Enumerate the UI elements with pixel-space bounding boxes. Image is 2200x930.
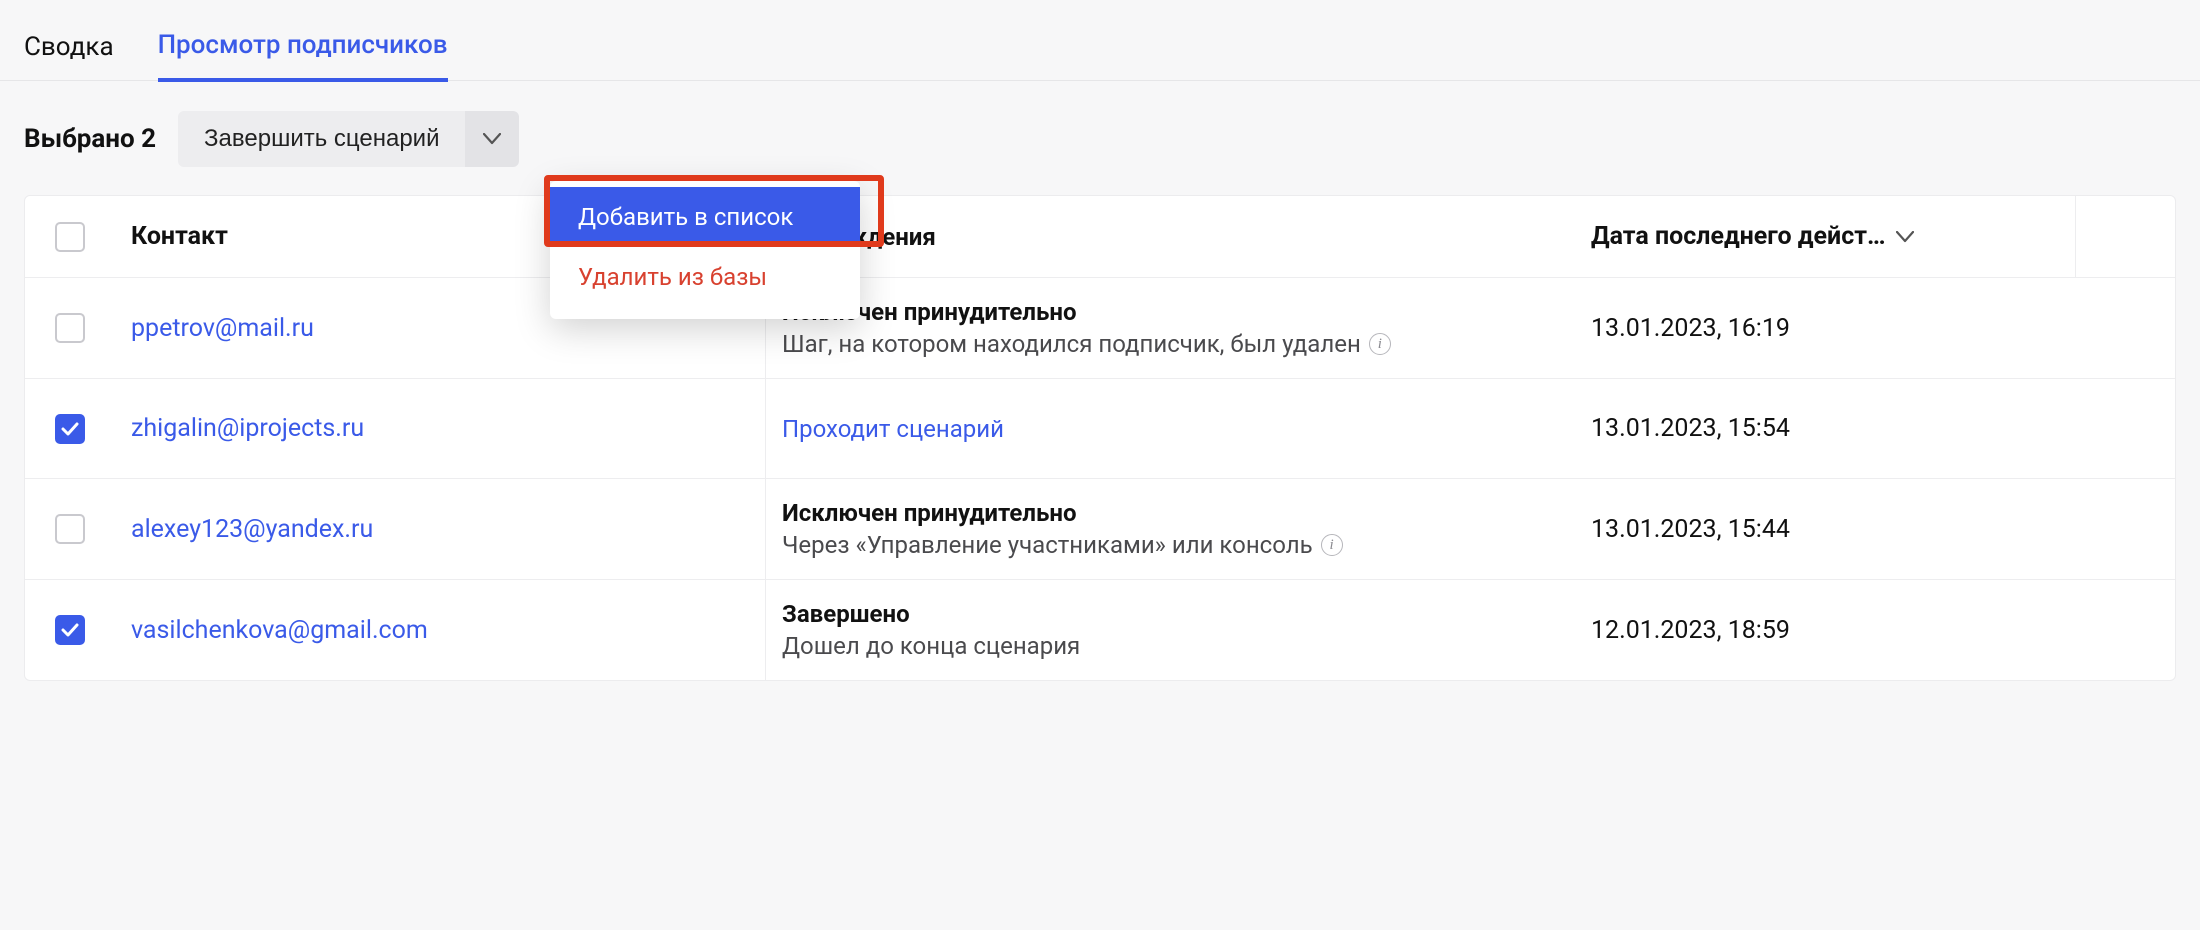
row-trailing-cell xyxy=(2075,308,2135,348)
table-row: vasilchenkova@gmail.com Завершено Дошел до… xyxy=(25,580,2175,680)
row-trailing-cell xyxy=(2075,409,2135,449)
header-date-label: Дата последнего дейст… xyxy=(1591,222,1886,251)
chevron-down-icon xyxy=(483,133,501,145)
table-row: zhigalin@iprojects.ru Проходит сценарий 13… xyxy=(25,379,2175,479)
row-date-cell: 12.01.2023, 18:59 xyxy=(1575,596,2075,665)
tab-summary[interactable]: Сводка xyxy=(24,32,114,80)
tabs-bar: Сводка Просмотр подписчиков xyxy=(0,0,2200,81)
toolbar: Выбрано 2 Завершить сценарий Добавить в … xyxy=(0,81,2200,195)
row-contact-cell: alexey123@yandex.ru xyxy=(115,495,765,564)
status-subtitle: Через «Управление участниками» или консо… xyxy=(782,531,1559,559)
row-status-cell: Исключен принудительно Через «Управление … xyxy=(765,479,1575,579)
row-date-cell: 13.01.2023, 16:19 xyxy=(1575,294,2075,363)
contact-link[interactable]: zhigalin@iprojects.ru xyxy=(131,414,364,443)
table-header-row: Контакт прохождения Дата последнего дейс… xyxy=(25,196,2175,278)
row-status-cell: Проходит сценарий xyxy=(765,379,1575,478)
dropdown-add-to-list[interactable]: Добавить в список xyxy=(550,187,860,247)
status-title: Исключен принудительно xyxy=(782,298,1559,326)
row-checkbox-cell xyxy=(25,394,115,464)
row-checkbox[interactable] xyxy=(55,615,85,645)
header-trailing-separator xyxy=(2075,196,2135,277)
action-dropdown-menu: Добавить в список Удалить из базы xyxy=(550,181,860,319)
row-checkbox[interactable] xyxy=(55,414,85,444)
row-trailing-cell xyxy=(2075,610,2135,650)
row-checkbox-cell xyxy=(25,293,115,363)
row-checkbox-cell xyxy=(25,494,115,564)
table-row: alexey123@yandex.ru Исключен принудительн… xyxy=(25,479,2175,580)
row-checkbox-cell xyxy=(25,595,115,665)
row-date-cell: 13.01.2023, 15:54 xyxy=(1575,394,2075,463)
chevron-down-icon xyxy=(1896,231,1914,243)
contact-link[interactable]: vasilchenkova@gmail.com xyxy=(131,616,428,645)
status-title: Завершено xyxy=(782,600,1559,628)
action-button-group: Завершить сценарий xyxy=(178,111,519,167)
header-status: прохождения xyxy=(765,196,1575,277)
status-link[interactable]: Проходит сценарий xyxy=(782,415,1559,443)
selected-count-label: Выбрано 2 xyxy=(24,124,156,154)
row-trailing-cell xyxy=(2075,509,2135,549)
info-icon[interactable]: i xyxy=(1369,333,1391,355)
select-all-checkbox[interactable] xyxy=(55,222,85,252)
row-checkbox[interactable] xyxy=(55,313,85,343)
status-title: Исключен принудительно xyxy=(782,499,1559,527)
finish-scenario-button[interactable]: Завершить сценарий xyxy=(178,111,465,167)
header-checkbox-cell xyxy=(25,202,115,272)
status-subtitle: Дошел до конца сценария xyxy=(782,632,1559,660)
table-row: ppetrov@mail.ru Исключен принудительно Шаг… xyxy=(25,278,2175,379)
tab-subscribers[interactable]: Просмотр подписчиков xyxy=(158,30,448,82)
dropdown-delete-from-db[interactable]: Удалить из базы xyxy=(550,247,860,307)
row-status-cell: Завершено Дошел до конца сценария xyxy=(765,580,1575,680)
row-checkbox[interactable] xyxy=(55,514,85,544)
info-icon[interactable]: i xyxy=(1321,534,1343,556)
row-contact-cell: vasilchenkova@gmail.com xyxy=(115,596,765,665)
contact-link[interactable]: ppetrov@mail.ru xyxy=(131,314,314,343)
contact-link[interactable]: alexey123@yandex.ru xyxy=(131,515,373,544)
header-date[interactable]: Дата последнего дейст… xyxy=(1575,202,2075,271)
status-subtitle: Шаг, на котором находился подписчик, был… xyxy=(782,330,1559,358)
row-contact-cell: zhigalin@iprojects.ru xyxy=(115,394,765,463)
action-dropdown-toggle[interactable] xyxy=(465,111,519,167)
row-date-cell: 13.01.2023, 15:44 xyxy=(1575,495,2075,564)
subscribers-table: Контакт прохождения Дата последнего дейс… xyxy=(24,195,2176,681)
row-status-cell: Исключен принудительно Шаг, на котором на… xyxy=(765,278,1575,378)
